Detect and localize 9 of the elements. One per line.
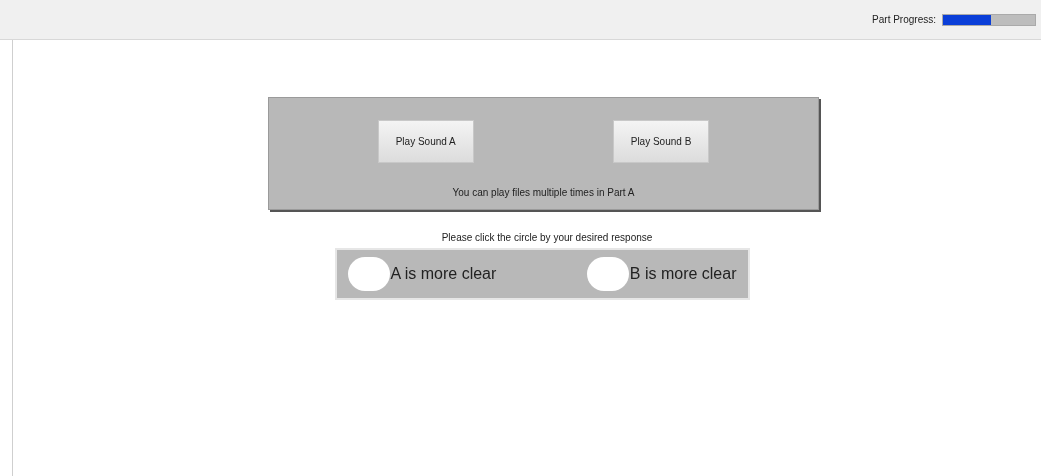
progress-label: Part Progress:: [872, 13, 936, 27]
radio-label[interactable]: B is more clear: [629, 262, 737, 286]
radio-label[interactable]: A is more clear: [390, 262, 497, 286]
radio-button[interactable]: [347, 257, 390, 291]
radio-button[interactable]: [586, 257, 629, 291]
play-button[interactable]: Play Sound B: [612, 120, 710, 163]
instruction-text: You can play files multiple times in Part A: [452, 186, 635, 200]
play-button[interactable]: Play Sound A: [377, 120, 474, 163]
prompt-text: Please click the circle by your desired response: [441, 231, 653, 245]
